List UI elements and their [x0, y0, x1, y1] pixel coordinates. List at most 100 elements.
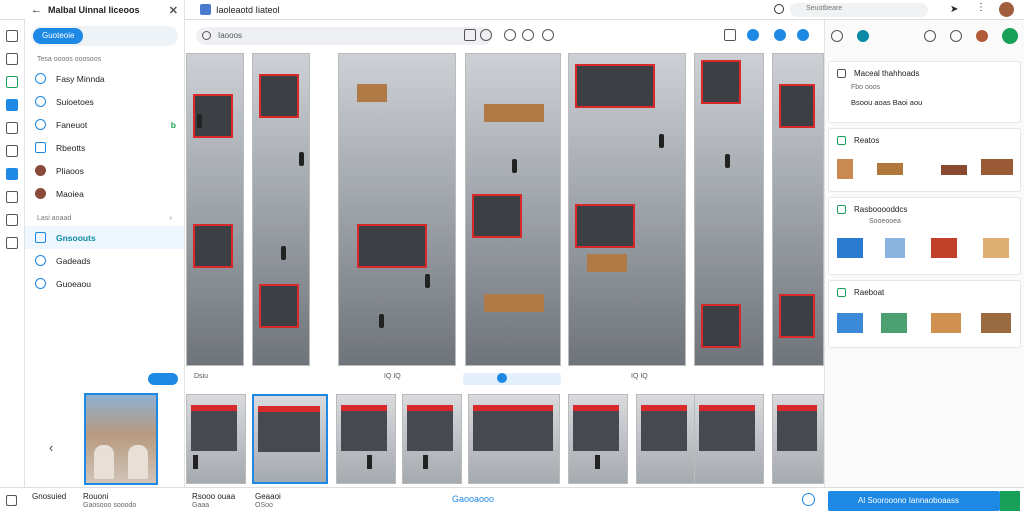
sidebar-item-fasy[interactable]: Fasy Minnda — [25, 67, 184, 90]
sidebar-item-pliaoos[interactable]: Pliaoos — [25, 159, 184, 182]
pager-right[interactable]: IQ IQ — [631, 373, 648, 385]
sidebar-item-suioetoes[interactable]: Suioetoes — [25, 90, 184, 113]
send-icon[interactable]: ➤ — [950, 4, 958, 15]
right-panel: Maceal thahhoads Fbo ooos Bsoou aoas Bao… — [824, 20, 1024, 487]
info-icon[interactable] — [542, 29, 554, 41]
history-icon[interactable] — [522, 29, 534, 41]
primary-action-button[interactable]: Al Soorooono Iannaoboaass — [828, 491, 1000, 511]
sidebar-item-faneuot[interactable]: Faneuot b — [25, 113, 184, 136]
mall-image-6[interactable] — [694, 53, 764, 366]
mall-image-5[interactable] — [568, 53, 686, 366]
asset-item[interactable] — [981, 313, 1011, 333]
grid-icon[interactable] — [724, 29, 736, 41]
pager-mid[interactable]: IQ IQ — [384, 373, 401, 385]
asset-item[interactable] — [931, 313, 961, 333]
tab-home-icon[interactable] — [831, 30, 843, 42]
asset-item[interactable] — [941, 165, 967, 175]
thumbnail-4[interactable] — [402, 394, 462, 484]
storefront — [575, 64, 655, 108]
thumbnail-6[interactable] — [568, 394, 628, 484]
asset-item[interactable] — [837, 313, 863, 333]
storefront — [575, 204, 635, 248]
file-icon[interactable] — [6, 214, 18, 226]
list-icon[interactable] — [6, 53, 18, 65]
circle-icon[interactable] — [480, 29, 492, 41]
bottom-sub-2: Gaosooo sooodo — [83, 502, 137, 509]
bottom-label-3[interactable]: Rsooo ouaa — [192, 492, 235, 501]
tab-title[interactable]: Iaoleaotd Iiateol — [216, 5, 280, 15]
tab-tree-icon[interactable] — [857, 30, 869, 42]
card-resources[interactable]: Rasbooooddcs Sooeooea — [828, 197, 1021, 275]
camera-icon[interactable] — [747, 29, 759, 41]
chevron-left-icon[interactable]: ‹ — [49, 440, 53, 455]
asset-item[interactable] — [877, 163, 903, 175]
thumbnail-2[interactable] — [252, 394, 328, 484]
share-icon[interactable] — [797, 29, 809, 41]
bottom-center-link[interactable]: Gaooaooo — [452, 494, 494, 504]
bottom-label-4[interactable]: Geaaoi — [255, 492, 281, 501]
card-models[interactable]: Maceal thahhoads Fbo ooos Bsoou aoas Bao… — [828, 61, 1021, 123]
storefront — [777, 405, 817, 451]
thumbnail-9[interactable] — [772, 394, 824, 484]
storefront — [641, 405, 687, 451]
image-icon[interactable] — [6, 191, 18, 203]
toggle-pill[interactable] — [148, 373, 178, 385]
grid-icon[interactable] — [6, 495, 17, 506]
asset-item[interactable] — [931, 238, 957, 258]
bottom-label-2[interactable]: Rouoni — [83, 492, 108, 501]
card-reatos[interactable]: Reatos — [828, 128, 1021, 192]
asset-item[interactable] — [837, 159, 853, 179]
asset-item[interactable] — [837, 238, 863, 258]
thumbnail-3[interactable] — [336, 394, 396, 484]
url-bar[interactable]: Iaooos — [196, 27, 492, 45]
pager-selected[interactable] — [463, 373, 561, 385]
tab-add-icon[interactable] — [1002, 28, 1018, 44]
tab-avatar[interactable] — [976, 30, 988, 42]
back-arrow-icon[interactable]: ← — [31, 4, 42, 16]
shop-icon[interactable] — [6, 99, 18, 111]
asset-item[interactable] — [885, 238, 905, 258]
sidebar-search[interactable]: Guoteoie — [31, 26, 178, 46]
mall-image-2[interactable] — [252, 53, 310, 366]
sidebar-item-gnsoouts[interactable]: Gnsoouts — [25, 226, 184, 249]
card-raeboat[interactable]: Raeboat — [828, 280, 1021, 348]
confirm-button[interactable] — [1000, 491, 1020, 511]
sidebar-item-maoiea[interactable]: Maoiea — [25, 182, 184, 205]
sidebar-item-guoeaou[interactable]: Guoeaou — [25, 272, 184, 295]
mall-image-4[interactable] — [465, 53, 561, 366]
mall-image-7[interactable] — [772, 53, 824, 366]
thumbnail-5[interactable] — [468, 394, 560, 484]
bottom-label-1[interactable]: Gnosuied — [32, 492, 66, 501]
tab-help-icon[interactable] — [950, 30, 962, 42]
mall-image-3[interactable] — [338, 53, 456, 366]
top-search-input[interactable]: Seuotbeare — [790, 3, 928, 17]
chevron-right-icon[interactable]: › — [170, 215, 172, 222]
refresh-icon[interactable] — [774, 29, 786, 41]
thumbnail-7[interactable] — [636, 394, 696, 484]
tab-chat-icon[interactable] — [924, 30, 936, 42]
link-icon[interactable] — [504, 29, 516, 41]
sidebar-search-button[interactable]: Guoteoie — [33, 28, 84, 44]
pager-left[interactable]: Dsiu — [194, 373, 208, 385]
close-icon[interactable]: ✕ — [169, 4, 178, 17]
asset-item[interactable] — [983, 238, 1009, 258]
help-icon[interactable] — [802, 493, 815, 506]
doc-icon[interactable] — [6, 145, 18, 157]
search-icon[interactable] — [774, 4, 784, 14]
home-icon[interactable] — [6, 30, 18, 42]
sidebar-item-gadeads[interactable]: Gadeads — [25, 249, 184, 272]
thumbnail-8[interactable] — [694, 394, 764, 484]
avatar[interactable] — [999, 2, 1014, 17]
thumbnail-1[interactable] — [186, 394, 246, 484]
crop-icon[interactable] — [464, 29, 476, 41]
asset-item[interactable] — [981, 159, 1013, 175]
asset-item[interactable] — [881, 313, 907, 333]
preview-thumbnail[interactable] — [84, 393, 158, 485]
store-icon[interactable] — [6, 168, 18, 180]
sidebar-item-rbeotts[interactable]: Rbeotts — [25, 136, 184, 159]
mall-image-1[interactable] — [186, 53, 244, 366]
menu-icon[interactable]: ⋮ — [976, 2, 986, 13]
tree-icon[interactable] — [6, 76, 18, 88]
history-icon[interactable] — [6, 122, 18, 134]
share-icon[interactable] — [6, 237, 18, 249]
